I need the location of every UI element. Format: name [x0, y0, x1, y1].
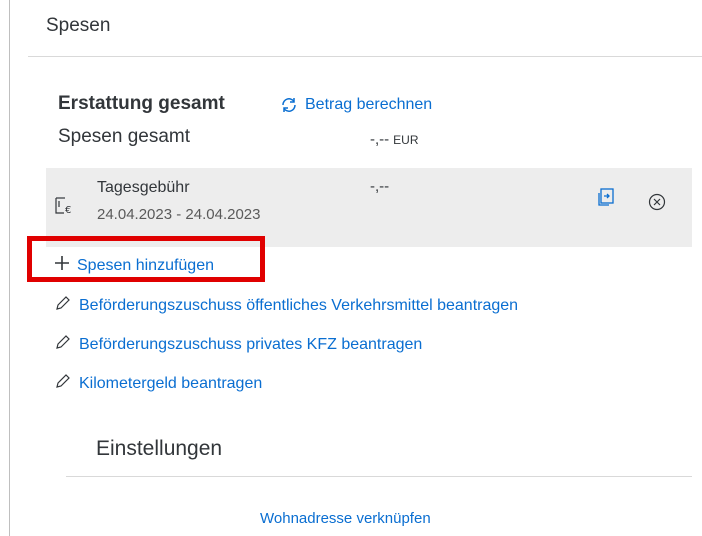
total-value: -,-- EUR [370, 131, 419, 148]
private-car-label: Beförderungszuschuss privates KFZ beantr… [79, 335, 423, 353]
pencil-icon [55, 373, 71, 394]
total-label: Spesen gesamt [58, 126, 191, 147]
svg-text:€: € [65, 205, 71, 216]
copy-expense-icon[interactable] [598, 188, 616, 211]
settings-divider [66, 476, 692, 477]
calculate-amount-label: Betrag berechnen [305, 96, 433, 113]
total-amount: -,-- [370, 131, 390, 148]
link-address-button[interactable]: Wohnadresse verknüpfen [260, 510, 431, 527]
settings-title: Einstellungen [96, 437, 223, 460]
apply-private-car-button[interactable]: Beförderungszuschuss privates KFZ beantr… [55, 334, 422, 355]
plus-icon [55, 256, 69, 275]
expense-amount: -,-- [370, 178, 390, 195]
apply-mileage-button[interactable]: Kilometergeld beantragen [55, 373, 262, 394]
public-transport-label: Beförderungszuschuss öffentliches Verkeh… [79, 296, 519, 314]
header-divider [28, 56, 702, 57]
expense-date-range: 24.04.2023 - 24.04.2023 [97, 206, 261, 223]
mileage-label: Kilometergeld beantragen [79, 374, 263, 392]
expense-name: Tagesgebühr [97, 179, 190, 196]
total-currency: EUR [393, 133, 419, 147]
calendar-euro-icon: € [55, 196, 77, 221]
pencil-icon [55, 295, 71, 316]
section-title: Spesen [46, 15, 111, 36]
apply-public-transport-button[interactable]: Beförderungszuschuss öffentliches Verkeh… [55, 295, 518, 316]
add-expense-button[interactable]: Spesen hinzufügen [55, 256, 214, 275]
pencil-icon [55, 334, 71, 355]
refund-title: Erstattung gesamt [58, 93, 225, 114]
remove-expense-icon[interactable] [648, 193, 666, 216]
refresh-icon [279, 96, 299, 114]
calculate-amount-button[interactable]: Betrag berechnen [279, 96, 432, 114]
add-expense-label: Spesen hinzufügen [77, 256, 214, 274]
